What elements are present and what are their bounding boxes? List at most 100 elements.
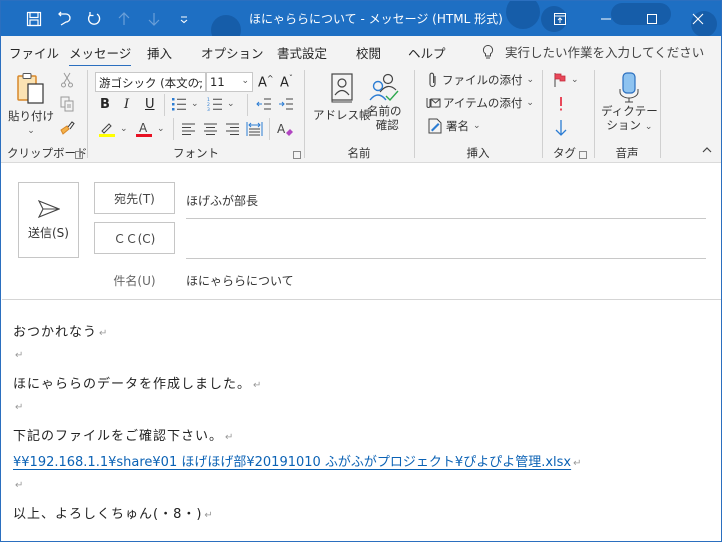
previous-item-button[interactable] — [109, 7, 139, 31]
scissors-icon — [61, 72, 73, 88]
align-left-button[interactable] — [181, 122, 196, 136]
attach-file-button[interactable]: ファイルの添付 ⌄ — [427, 72, 534, 88]
quick-access-toolbar — [19, 7, 199, 31]
paragraph-mark: ↵ — [99, 328, 109, 339]
undo-button[interactable] — [49, 7, 79, 31]
address-book-button[interactable]: アドレス帳 — [313, 72, 371, 123]
paragraph-mark: ↵ — [15, 402, 25, 413]
font-color-button[interactable]: A ⌄ — [135, 121, 165, 137]
low-importance-button[interactable] — [554, 119, 568, 137]
clipboard-group: 貼り付け ⌄ クリップボード — [1, 66, 88, 163]
high-importance-button[interactable] — [558, 96, 564, 112]
next-item-button[interactable] — [139, 7, 169, 31]
follow-up-button[interactable]: ⌄ — [553, 72, 579, 88]
tab-message[interactable]: メッセージ — [69, 43, 132, 68]
font-dialog-launcher[interactable] — [293, 151, 301, 159]
shrink-font-button[interactable]: Aˇ — [280, 74, 293, 90]
align-right-icon — [226, 123, 239, 135]
font-name-dropdown[interactable]: 游ゴシック (本文の; ⌄ — [95, 72, 206, 92]
separator — [247, 94, 248, 116]
increase-indent-button[interactable] — [278, 97, 294, 111]
customize-qat-button[interactable] — [169, 7, 199, 31]
bold-button[interactable]: B — [100, 97, 110, 112]
tab-help[interactable]: ヘルプ — [408, 43, 446, 62]
close-icon — [692, 13, 704, 24]
body-line: ¥¥192.168.1.1¥share¥01 ほげほげ部¥20191010 ふが… — [13, 451, 583, 470]
tab-review[interactable]: 校閲 — [356, 43, 381, 62]
include-group: ファイルの添付 ⌄ アイテムの添付 ⌄ 署名 ⌄ 挿入 — [415, 66, 541, 163]
tab-options[interactable]: オプション — [201, 43, 264, 62]
save-button[interactable] — [19, 7, 49, 31]
chevron-down-icon: ⌄ — [194, 76, 202, 86]
justify-button[interactable] — [246, 121, 263, 137]
tags-dialog-launcher[interactable] — [579, 151, 587, 159]
paperclip-icon — [429, 72, 436, 88]
subject-field[interactable]: ほにゃららについて — [186, 272, 294, 289]
microphone-icon — [619, 72, 639, 103]
align-center-button[interactable] — [203, 122, 218, 136]
to-field[interactable]: ほげふが部長 — [186, 192, 258, 209]
to-button[interactable]: 宛先(T) — [94, 182, 175, 214]
cut-button[interactable] — [59, 72, 75, 88]
signature-button[interactable]: 署名 ⌄ — [427, 118, 481, 134]
window-controls — [537, 1, 721, 36]
chevron-down-icon: ⌄ — [120, 124, 128, 134]
voice-group: ディクテー ション ⌄ 音声 — [595, 66, 659, 163]
grow-font-button[interactable]: A^ — [258, 74, 274, 90]
italic-icon: I — [124, 97, 130, 112]
font-size-dropdown[interactable]: 11 ⌄ — [206, 72, 253, 92]
title-bar: ほにゃららについて - メッセージ (HTML 形式) — [1, 1, 721, 36]
maximize-button[interactable] — [629, 1, 675, 36]
tab-file[interactable]: ファイル — [9, 43, 59, 62]
check-names-label-1: 名前の — [367, 104, 402, 118]
minimize-button[interactable] — [583, 1, 629, 36]
separator — [164, 94, 165, 116]
arrow-down-icon — [555, 120, 567, 136]
cc-field[interactable] — [186, 232, 706, 252]
ribbon-display-options-button[interactable] — [537, 1, 583, 36]
cc-button[interactable]: ＣＣ(C) — [94, 222, 175, 254]
close-button[interactable] — [675, 1, 721, 36]
body-line: ↵ — [13, 477, 24, 492]
italic-button[interactable]: I — [124, 97, 129, 112]
attach-item-button[interactable]: アイテムの添付 ⌄ — [425, 95, 534, 111]
highlighter-icon — [99, 123, 115, 137]
send-icon — [37, 199, 60, 218]
signature-label: 署名 — [446, 119, 469, 133]
paragraph-mark: ↵ — [573, 458, 583, 469]
underline-button[interactable]: U — [145, 97, 155, 112]
align-right-button[interactable] — [225, 122, 240, 136]
format-painter-button[interactable] — [59, 120, 75, 136]
dictate-label-2-text: ション — [606, 118, 641, 132]
redo-button[interactable] — [79, 7, 109, 31]
bullets-button[interactable]: ⌄ — [171, 97, 199, 111]
tab-format-text[interactable]: 書式設定 — [277, 43, 327, 62]
collapse-ribbon-button[interactable] — [701, 146, 713, 154]
clear-formatting-button[interactable]: A — [276, 121, 294, 137]
highlight-color-button[interactable]: ⌄ — [98, 121, 128, 137]
address-book-icon — [331, 73, 353, 103]
decrease-indent-button[interactable] — [256, 97, 272, 111]
tab-insert[interactable]: 挿入 — [147, 43, 172, 62]
dictate-button[interactable]: ディクテー ション ⌄ — [601, 72, 658, 134]
message-body[interactable]: おつかれなう ↵ ↵ ほにゃららのデータを作成しました。 ↵ ↵ 下記のファイルをご… — [2, 301, 721, 541]
paste-button[interactable]: 貼り付け ⌄ — [8, 72, 54, 136]
body-line: おつかれなう ↵ — [13, 321, 108, 340]
numbering-button[interactable]: 123 ⌄ — [207, 97, 235, 111]
body-line: 下記のファイルをご確認下さい。 ↵ — [13, 425, 234, 444]
tell-me-search[interactable]: 実行したい作業を入力してください — [481, 42, 704, 61]
copy-button[interactable] — [59, 96, 75, 112]
shrink-font-icon: Aˇ — [280, 74, 293, 91]
file-path-link[interactable]: ¥¥192.168.1.1¥share¥01 ほげほげ部¥20191010 ふが… — [13, 455, 571, 470]
names-group-label: 名前 — [347, 146, 371, 160]
clipboard-dialog-launcher[interactable] — [75, 151, 83, 159]
chevron-down-icon: ⌄ — [191, 99, 199, 109]
minimize-icon — [601, 18, 611, 19]
check-names-button[interactable]: 名前の 確認 — [367, 72, 402, 132]
chevron-down-icon: ⌄ — [473, 121, 481, 131]
chevron-down-icon: ⌄ — [241, 76, 249, 86]
send-button[interactable]: 送信(S) — [18, 182, 79, 258]
body-line-text: ほにゃららのデータを作成しました。 — [13, 377, 252, 392]
previous-item-icon — [118, 12, 130, 25]
message-header: 送信(S) 宛先(T) ほげふが部長 ＣＣ(C) 件名(U) ほにゃららについて — [2, 163, 721, 300]
